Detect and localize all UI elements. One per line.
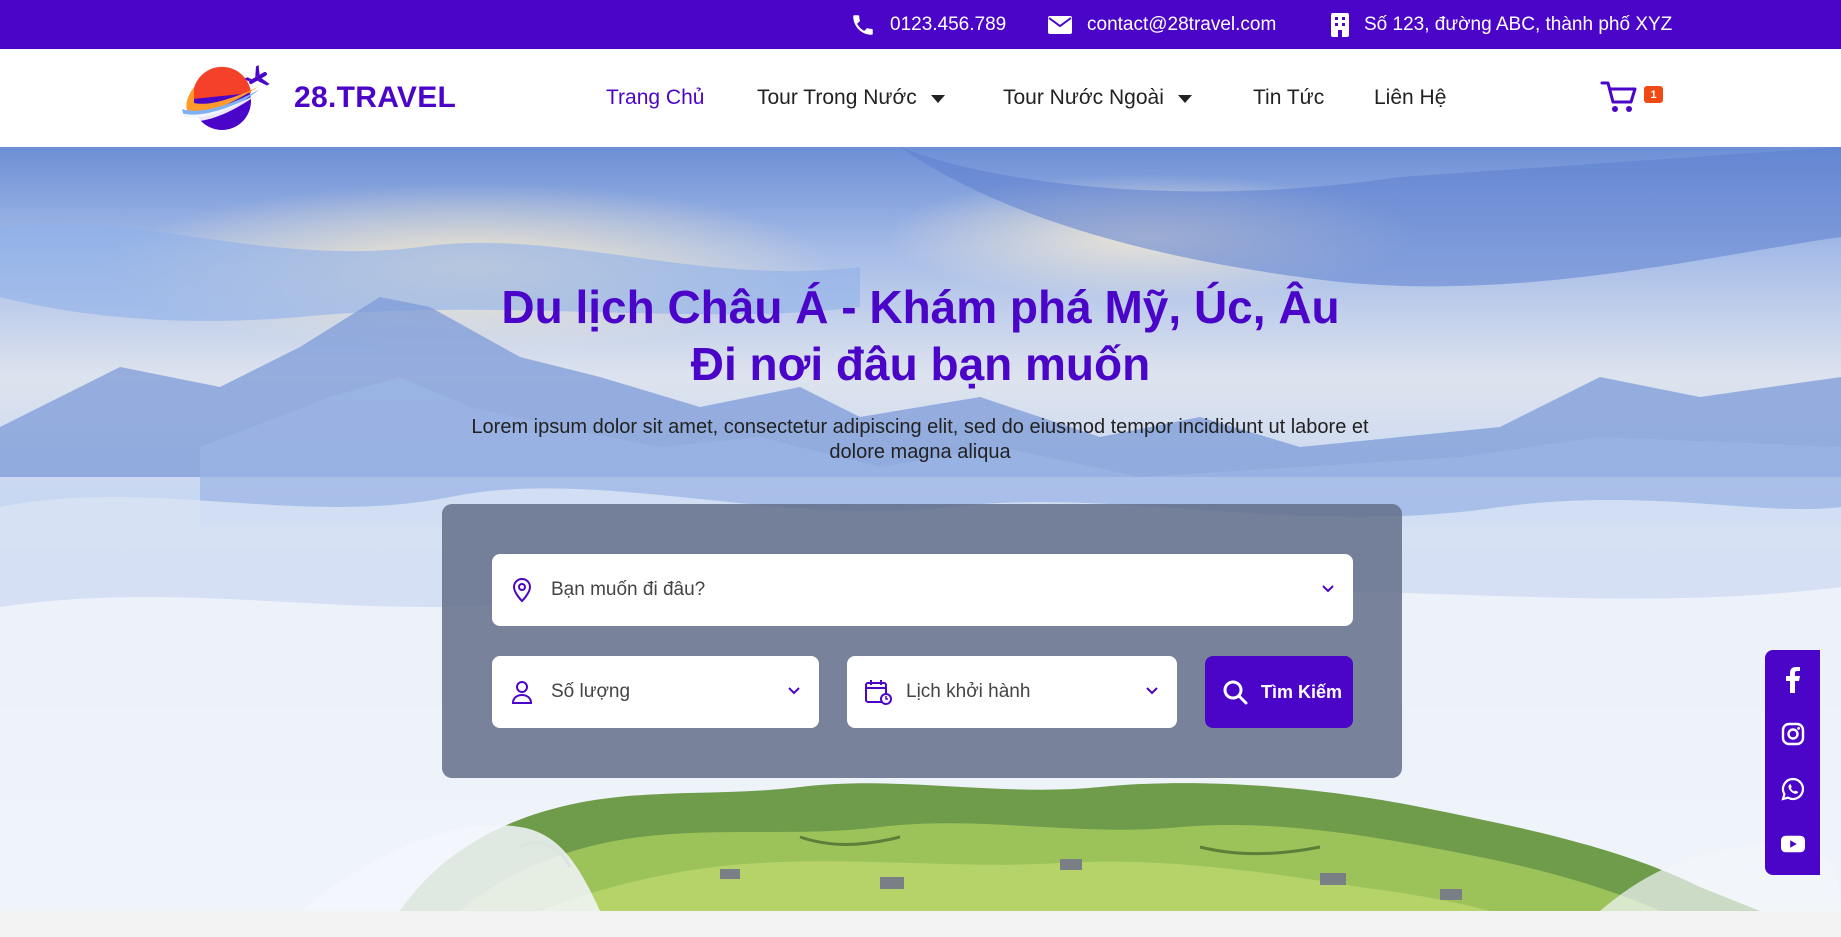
facebook-link[interactable] [1781, 667, 1805, 693]
nav-domestic-label: Tour Trong Nước [757, 86, 917, 109]
cart-count-badge: 1 [1644, 86, 1663, 103]
address-text: Số 123, đường ABC, thành phố XYZ [1364, 13, 1673, 35]
nav-international-tours[interactable]: Tour Nước Ngoài [1003, 49, 1192, 147]
hero-title-line-1: Du lịch Châu Á - Khám phá Mỹ, Úc, Âu [501, 281, 1340, 333]
chevron-down-icon [1322, 585, 1334, 593]
nav-international-label: Tour Nước Ngoài [1003, 86, 1164, 109]
cart-icon [1600, 81, 1637, 112]
email-text: contact@28travel.com [1087, 13, 1277, 35]
quantity-placeholder: Số lượng [551, 681, 631, 702]
mail-icon [1048, 15, 1072, 34]
instagram-link[interactable] [1781, 722, 1805, 746]
chevron-down-icon [788, 687, 800, 695]
nav-home-label: Trang Chủ [606, 86, 705, 109]
cart-button[interactable]: 1 [1600, 79, 1664, 119]
youtube-icon [1781, 835, 1805, 853]
facebook-icon [1786, 667, 1800, 693]
contact-address: Số 123, đường ABC, thành phố XYZ [1330, 0, 1672, 49]
whatsapp-icon [1781, 777, 1805, 801]
nav-news[interactable]: Tin Tức [1253, 49, 1324, 147]
nav-contact[interactable]: Liên Hệ [1374, 49, 1446, 147]
phone-text: 0123.456.789 [890, 13, 1007, 35]
youtube-link[interactable] [1781, 832, 1805, 856]
nav-contact-label: Liên Hệ [1374, 86, 1447, 109]
contact-phone[interactable]: 0123.456.789 [850, 0, 1006, 49]
phone-icon [853, 14, 873, 35]
hero-section: Du lịch Châu Á - Khám phá Mỹ, Úc, Âu Đi … [0, 147, 1841, 911]
instagram-icon [1781, 722, 1805, 746]
nav-domestic-tours[interactable]: Tour Trong Nước [757, 49, 945, 147]
logo-globe-plane-icon [181, 65, 270, 130]
search-button-label: Tìm Kiếm [1261, 681, 1343, 702]
hero-title: Du lịch Châu Á - Khám phá Mỹ, Úc, Âu Đi … [0, 279, 1841, 393]
main-header: 28.TRAVEL Trang Chủ Tour Trong Nước Tour… [0, 49, 1841, 147]
caret-down-icon [930, 95, 945, 103]
contact-email[interactable]: contact@28travel.com [1047, 0, 1276, 49]
user-icon [511, 681, 533, 704]
date-placeholder: Lịch khởi hành [906, 681, 1031, 702]
whatsapp-link[interactable] [1781, 777, 1805, 801]
top-contact-bar: 0123.456.789 contact@28travel.com Số 123… [0, 0, 1841, 49]
nav-home[interactable]: Trang Chủ [606, 49, 704, 147]
departure-date-select[interactable]: Lịch khởi hành [847, 656, 1177, 728]
hero-subtitle: Lorem ipsum dolor sit amet, consectetur … [471, 416, 1369, 463]
search-button[interactable]: Tìm Kiếm [1205, 656, 1353, 728]
quantity-select[interactable]: Số lượng [492, 656, 819, 728]
building-icon [1331, 12, 1349, 37]
destination-select[interactable]: Bạn muốn đi đâu? [492, 554, 1353, 626]
social-links-bar [1765, 650, 1820, 875]
destination-placeholder: Bạn muốn đi đâu? [551, 579, 706, 600]
location-pin-icon [512, 577, 532, 603]
hero-title-line-2: Đi nơi đâu bạn muốn [690, 338, 1151, 390]
nav-news-label: Tin Tức [1253, 86, 1325, 109]
chevron-down-icon [1146, 687, 1158, 695]
logo-text: 28.TRAVEL [294, 81, 457, 114]
calendar-icon [865, 680, 892, 705]
caret-down-icon [1177, 95, 1192, 103]
site-logo[interactable]: 28.TRAVEL [180, 61, 456, 135]
tour-search-panel: Bạn muốn đi đâu? Số lượng Lịch khởi hành [442, 504, 1402, 778]
search-icon [1223, 680, 1248, 705]
